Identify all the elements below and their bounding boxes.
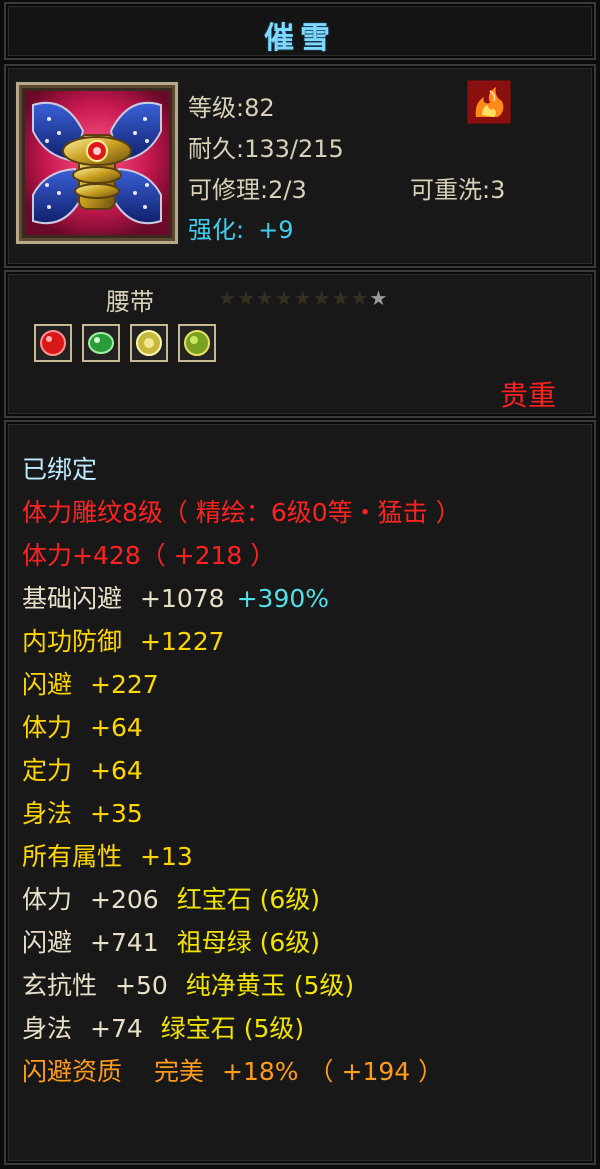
gem-attr-label: 闪避 bbox=[22, 928, 73, 957]
extra-attr-line: 体力 +64 bbox=[22, 708, 143, 744]
green-gem-icon[interactable] bbox=[82, 324, 120, 362]
extra-attr-line: 所有属性 +13 bbox=[22, 837, 193, 873]
extra-attr-label: 所有属性 bbox=[22, 842, 123, 871]
attributes-panel: 已绑定 体力雕纹8级（ 精绘：6级0等・猛击 ） 体力+428（ +218 ） … bbox=[4, 420, 596, 1165]
gem-attr-label: 玄抗性 bbox=[22, 971, 98, 1000]
aptitude-extra: （ +194 ） bbox=[308, 1057, 444, 1086]
durability-value: 133/215 bbox=[244, 135, 344, 163]
bound-status: 已绑定 bbox=[22, 455, 98, 484]
item-type: 腰带 bbox=[106, 288, 154, 316]
star-icon: ★ bbox=[255, 286, 275, 310]
extra-attr-value: +227 bbox=[90, 670, 159, 699]
extra-attr-line: 定力 +64 bbox=[22, 751, 143, 787]
extra-attr-value: +35 bbox=[90, 799, 143, 828]
rewash-value: 3 bbox=[490, 176, 506, 204]
extra-attr-value: +64 bbox=[90, 756, 143, 785]
gem-attr-value: +741 bbox=[90, 928, 159, 957]
extra-attr-label: 身法 bbox=[22, 799, 73, 828]
star-icon: ★ bbox=[293, 286, 313, 310]
stamina-bonus-value: +428 bbox=[72, 541, 141, 570]
gem-attr-value: +206 bbox=[90, 885, 159, 914]
stamina-bonus-label: 体力 bbox=[22, 541, 73, 570]
star-icon: ★ bbox=[274, 286, 294, 310]
gem-name: 纯净黄玉 (5级) bbox=[185, 971, 355, 1000]
stamina-bonus-line: 体力+428（ +218 ） bbox=[22, 536, 275, 572]
stamina-bonus-extra: （ +218 ） bbox=[140, 541, 276, 570]
gem-attr-line: 玄抗性 +50 纯净黄玉 (5级) bbox=[22, 966, 354, 1002]
item-name: 催雪 bbox=[264, 21, 336, 56]
durability-stat: 耐久:133/215 bbox=[188, 129, 344, 164]
base-dodge-value: +1078 bbox=[140, 584, 225, 613]
item-icon-frame[interactable] bbox=[16, 82, 178, 244]
gem-attr-value: +50 bbox=[115, 971, 168, 1000]
item-info-panel: 等级:82 耐久:133/215 可修理:2/3 可重洗:3 强化: +9 bbox=[4, 64, 596, 268]
gem-attr-label: 身法 bbox=[22, 1014, 73, 1043]
rarity-label: 贵重 bbox=[499, 379, 556, 412]
inner-def-label: 内功防御 bbox=[22, 627, 123, 656]
star-icon: ★ bbox=[312, 286, 332, 310]
yellow-gem-icon[interactable] bbox=[130, 324, 168, 362]
engrave-line: 体力雕纹8级（ 精绘：6级0等・猛击 ） bbox=[22, 498, 461, 527]
inner-def-value: +1227 bbox=[140, 627, 225, 656]
extra-attr-value: +13 bbox=[140, 842, 193, 871]
strength-stat: 强化: +9 bbox=[188, 210, 293, 245]
base-dodge-pct: +390% bbox=[236, 584, 330, 613]
gem-attr-line: 体力 +206 红宝石 (6级) bbox=[22, 880, 320, 916]
extra-attr-label: 定力 bbox=[22, 756, 73, 785]
star-icon-lit: ★ bbox=[369, 286, 389, 310]
base-dodge-line: 基础闪避 +1078 +390% bbox=[22, 579, 329, 615]
gem-attr-line: 身法 +74 绿宝石 (5级) bbox=[22, 1009, 304, 1045]
inner-def-line: 内功防御 +1227 bbox=[22, 622, 225, 658]
strength-value: +9 bbox=[258, 216, 294, 244]
item-title-bar: 催雪 bbox=[4, 2, 596, 60]
star-icon: ★ bbox=[331, 286, 351, 310]
durability-label: 耐久: bbox=[188, 135, 245, 163]
extra-attr-line: 闪避 +227 bbox=[22, 665, 159, 701]
extra-attr-line: 身法 +35 bbox=[22, 794, 143, 830]
gem-attr-label: 体力 bbox=[22, 885, 73, 914]
star-icon: ★ bbox=[350, 286, 370, 310]
aptitude-grade: 完美 bbox=[154, 1057, 205, 1086]
aptitude-label: 闪避资质 bbox=[22, 1057, 123, 1086]
fire-element-badge-icon[interactable] bbox=[467, 80, 511, 124]
star-rating: ★★★★★★★★★ bbox=[218, 286, 388, 310]
level-value: 82 bbox=[244, 94, 275, 122]
rewash-stat: 可重洗:3 bbox=[410, 170, 505, 205]
base-dodge-label: 基础闪避 bbox=[22, 584, 123, 613]
level-stat: 等级:82 bbox=[188, 88, 275, 123]
level-label: 等级: bbox=[188, 94, 245, 122]
star-icon: ★ bbox=[218, 286, 237, 310]
repair-label: 可修理: bbox=[188, 176, 269, 204]
gem-name: 红宝石 (6级) bbox=[176, 885, 321, 914]
rewash-label: 可重洗: bbox=[410, 176, 491, 204]
strength-label: 强化: bbox=[188, 216, 245, 244]
gem-attr-line: 闪避 +741 祖母绿 (6级) bbox=[22, 923, 320, 959]
repair-stat: 可修理:2/3 bbox=[188, 170, 307, 205]
item-type-panel: 腰带 ★★★★★★★★★ 贵重 bbox=[4, 270, 596, 418]
aptitude-line: 闪避资质 完美 +18% （ +194 ） bbox=[22, 1052, 443, 1088]
jade-gem-icon[interactable] bbox=[178, 324, 216, 362]
extra-attr-label: 闪避 bbox=[22, 670, 73, 699]
extra-attr-label: 体力 bbox=[22, 713, 73, 742]
red-gem-icon[interactable] bbox=[34, 324, 72, 362]
belt-item-icon bbox=[25, 91, 169, 235]
extra-attr-value: +64 bbox=[90, 713, 143, 742]
gem-attr-value: +74 bbox=[90, 1014, 143, 1043]
gem-name: 绿宝石 (5级) bbox=[160, 1014, 305, 1043]
aptitude-pct: +18% bbox=[222, 1057, 299, 1086]
repair-value: 2/3 bbox=[268, 176, 307, 204]
gem-name: 祖母绿 (6级) bbox=[176, 928, 321, 957]
star-icon: ★ bbox=[236, 286, 256, 310]
